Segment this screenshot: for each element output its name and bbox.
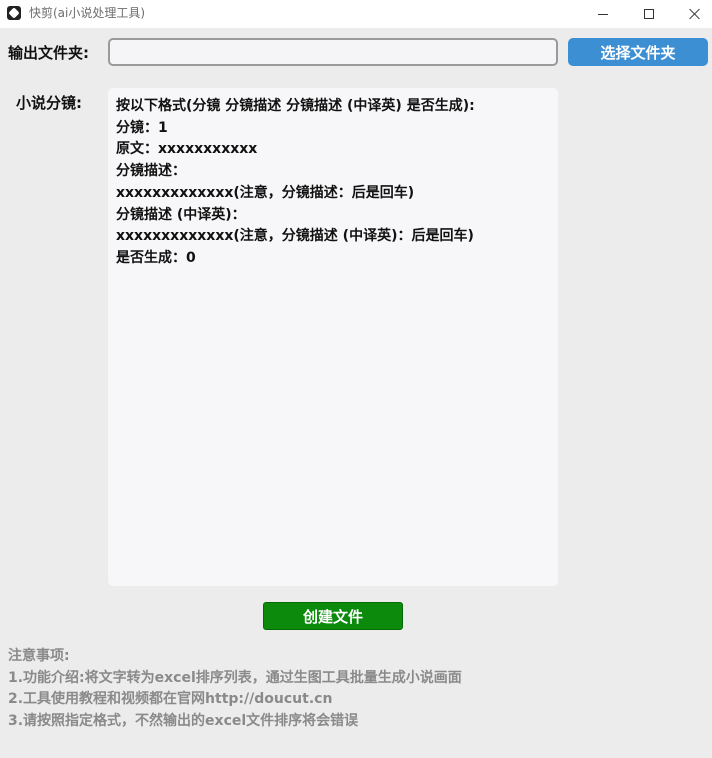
maximize-button[interactable]: [626, 0, 672, 28]
maximize-icon: [644, 9, 654, 19]
minimize-button[interactable]: [580, 0, 626, 28]
output-folder-label: 输出文件夹:: [8, 44, 89, 62]
output-folder-input[interactable]: [108, 38, 558, 66]
minimize-icon: [598, 13, 608, 15]
notes-item: 3.请按照指定格式，不然输出的excel文件排序将会错误: [8, 712, 359, 729]
notes-item: 1.功能介绍:将文字转为excel排序列表，通过生图工具批量生成小说画面: [8, 669, 462, 686]
novel-storyboard-label: 小说分镜:: [16, 94, 82, 112]
notes-section: 注意事项: 1.功能介绍:将文字转为excel排序列表，通过生图工具批量生成小说…: [8, 646, 708, 732]
close-button[interactable]: [672, 0, 712, 28]
choose-folder-button[interactable]: 选择文件夹: [568, 38, 708, 66]
window-title: 快剪(ai小说处理工具): [29, 6, 146, 20]
create-file-button[interactable]: 创建文件: [263, 602, 403, 630]
notes-item: 2.工具使用教程和视频都在官网http://doucut.cn: [8, 691, 333, 707]
novel-storyboard-textarea[interactable]: 按以下格式(分镜 分镜描述 分镜描述 (中译英) 是否生成): 分镜：1 原文：…: [108, 88, 558, 586]
title-bar: 快剪(ai小说处理工具): [0, 0, 712, 28]
app-logo-icon: [7, 6, 21, 20]
notes-heading: 注意事项:: [8, 648, 70, 664]
close-icon: [689, 8, 701, 20]
